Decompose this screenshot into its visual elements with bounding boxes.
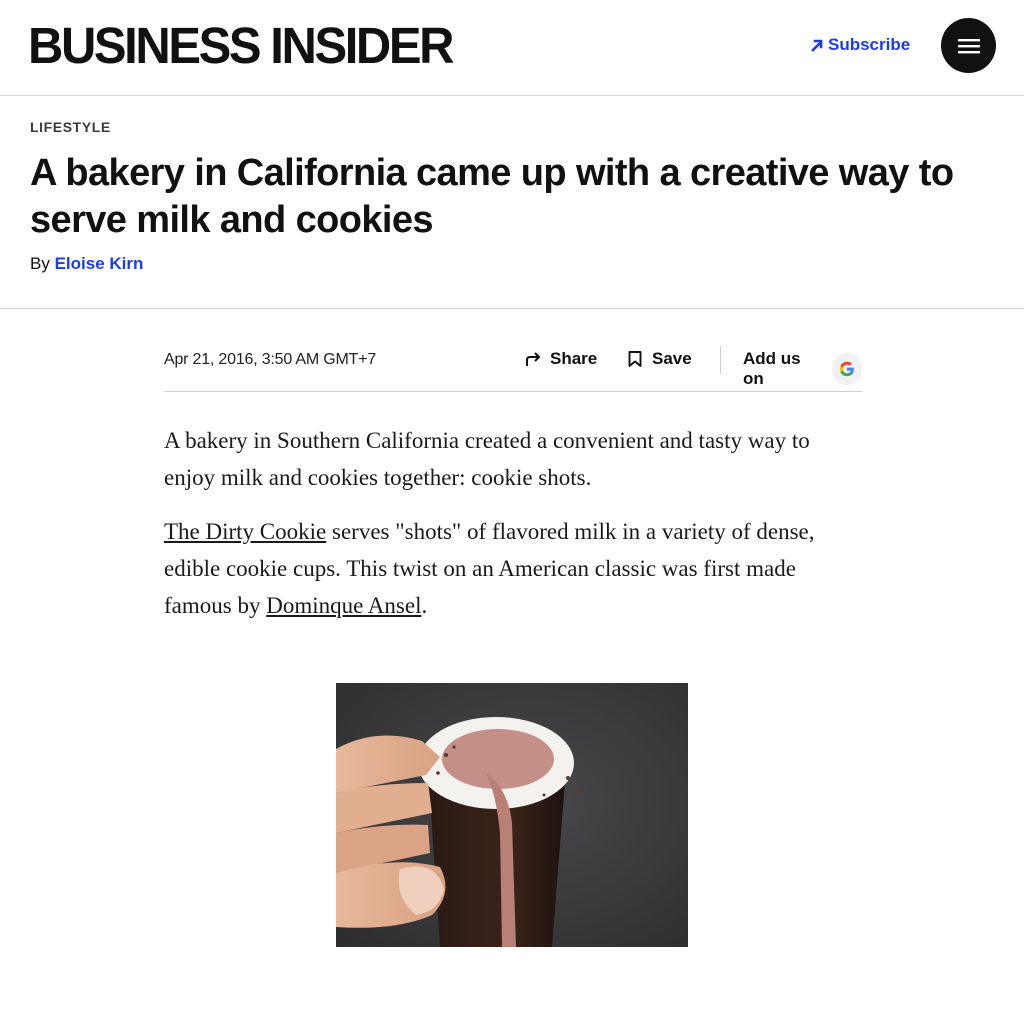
bookmark-icon xyxy=(628,351,642,367)
business-insider-logo[interactable]: BUSINESS INSIDER xyxy=(28,18,454,74)
hamburger-menu-icon xyxy=(957,38,980,53)
category-label[interactable]: LIFESTYLE xyxy=(30,119,111,135)
action-separator xyxy=(720,346,721,374)
subscribe-link[interactable]: Subscribe xyxy=(810,35,910,55)
menu-button[interactable] xyxy=(941,18,996,73)
dirty-cookie-link[interactable]: The Dirty Cookie xyxy=(164,519,326,544)
paragraph-2: The Dirty Cookie serves "shots" of flavo… xyxy=(164,513,864,624)
paragraph-2-end: . xyxy=(421,593,428,618)
cookie-shot-photo xyxy=(336,683,688,947)
article-body: A bakery in Southern California created … xyxy=(164,422,864,641)
google-icon xyxy=(831,353,862,385)
dominique-ansel-link[interactable]: Dominque Ansel xyxy=(266,593,421,618)
publish-date: Apr 21, 2016, 3:50 AM GMT+7 xyxy=(164,351,377,368)
save-label: Save xyxy=(652,349,692,368)
header-divider xyxy=(0,308,1024,309)
byline: By Eloise Kirn xyxy=(30,254,143,274)
share-label: Share xyxy=(550,349,598,368)
paragraph-1: A bakery in Southern California created … xyxy=(164,428,810,490)
add-us-label: Add us on xyxy=(743,349,801,388)
article-meta-bar: Apr 21, 2016, 3:50 AM GMT+7 Share Save A… xyxy=(164,340,862,392)
share-button[interactable]: Share xyxy=(524,349,597,369)
arrow-up-right-icon xyxy=(811,39,823,52)
add-us-on-google-button[interactable]: Add us on xyxy=(743,349,862,389)
save-button[interactable]: Save xyxy=(626,349,692,369)
site-header: BUSINESS INSIDER Subscribe xyxy=(0,0,1024,96)
subscribe-label: Subscribe xyxy=(828,35,911,54)
author-link[interactable]: Eloise Kirn xyxy=(55,254,144,273)
byline-prefix: By xyxy=(30,254,50,273)
share-arrow-icon xyxy=(526,352,540,366)
article-headline: A bakery in California came up with a cr… xyxy=(30,152,954,241)
